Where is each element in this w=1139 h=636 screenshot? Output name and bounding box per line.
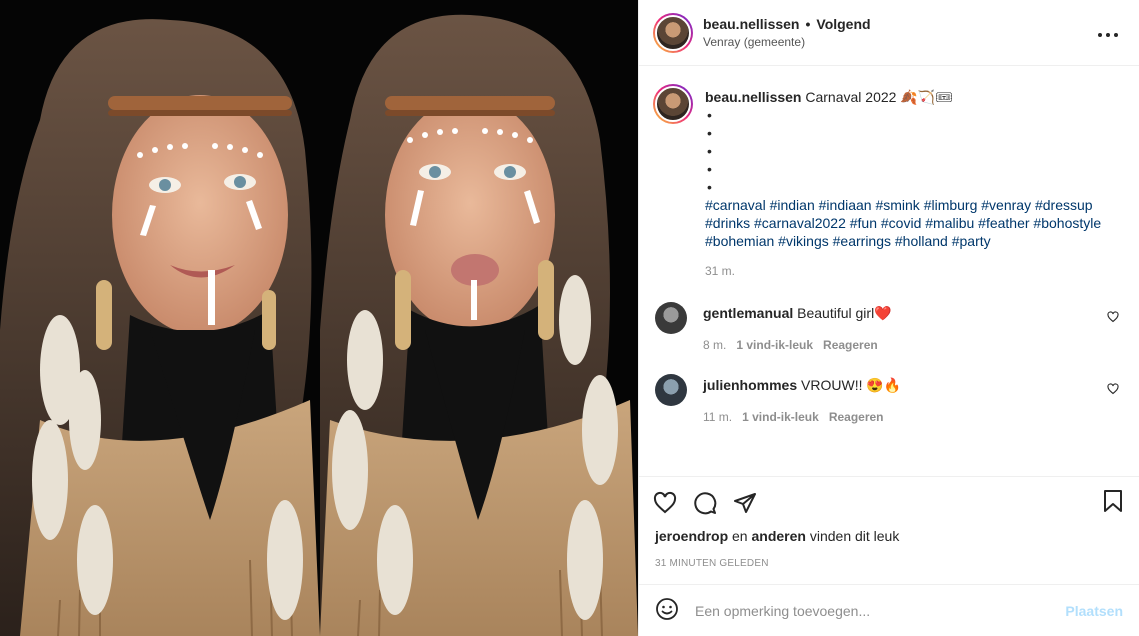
- caption-hashtags[interactable]: #carnaval #indian #indiaan #smink #limbu…: [705, 196, 1113, 250]
- post-image: [0, 0, 638, 636]
- heart-icon[interactable]: [1107, 382, 1119, 398]
- caption-text: Carnaval 2022 🍂🏹🎟: [805, 89, 953, 105]
- heart-icon[interactable]: [1107, 310, 1119, 326]
- post-comment-button[interactable]: Plaatsen: [1065, 603, 1123, 619]
- liker-username[interactable]: jeroendrop: [655, 528, 728, 544]
- comment-input[interactable]: [695, 602, 1066, 619]
- caption: beau.nellissen Carnaval 2022 🍂🏹🎟 #carnav…: [653, 84, 1123, 280]
- caption-username[interactable]: beau.nellissen: [705, 89, 801, 105]
- comment-likes[interactable]: 1 vind-ik-leuk: [742, 410, 819, 424]
- comment-time: 8 m.: [703, 338, 727, 352]
- following-button[interactable]: Volgend: [816, 16, 870, 32]
- comment-bubble-icon[interactable]: [693, 489, 733, 517]
- post-actions: [639, 476, 1139, 528]
- caption-bullet: [705, 106, 1113, 124]
- posted-time[interactable]: 31 MINUTEN GELEDEN: [639, 558, 1139, 584]
- add-comment-bar: Plaatsen: [639, 584, 1139, 636]
- caption-bullet: [705, 142, 1113, 160]
- caption-bullet: [705, 160, 1113, 178]
- bookmark-icon[interactable]: [1103, 489, 1123, 516]
- caption-bullet: [705, 178, 1113, 196]
- more-dots-icon[interactable]: [1097, 22, 1119, 43]
- comment-text: VROUW!! 😍🔥: [801, 377, 902, 393]
- caption-avatar[interactable]: [653, 84, 693, 124]
- post-photo[interactable]: [0, 0, 638, 636]
- reply-button[interactable]: Reageren: [823, 338, 878, 352]
- commenter-avatar[interactable]: [655, 302, 687, 334]
- heart-icon[interactable]: [653, 489, 693, 517]
- likes-summary: jeroendrop en anderen vinden dit leuk: [639, 528, 1139, 544]
- commenter-avatar[interactable]: [655, 374, 687, 406]
- comment-likes[interactable]: 1 vind-ik-leuk: [736, 338, 813, 352]
- header-separator: •: [805, 16, 811, 32]
- others-link[interactable]: anderen: [751, 528, 805, 544]
- caption-bullets: [705, 106, 1113, 196]
- commenter-username[interactable]: julienhommes: [703, 377, 797, 393]
- caption-bullet: [705, 124, 1113, 142]
- comment-item: julienhommes VROUW!! 😍🔥 11 m. 1 vind-ik-…: [653, 374, 1123, 424]
- comment-text: Beautiful girl❤️: [797, 305, 892, 321]
- comments-area[interactable]: beau.nellissen Carnaval 2022 🍂🏹🎟 #carnav…: [639, 66, 1139, 476]
- post-location[interactable]: Venray (gemeente): [703, 35, 871, 49]
- caption-time: 31 m.: [705, 264, 736, 278]
- likes-suffix: vinden dit leuk: [809, 528, 900, 544]
- post-header: beau.nellissen • Volgend Venray (gemeent…: [639, 0, 1139, 66]
- paper-plane-icon[interactable]: [733, 489, 773, 517]
- author-avatar[interactable]: [653, 12, 693, 53]
- comment-item: gentlemanual Beautiful girl❤️ 8 m. 1 vin…: [653, 302, 1123, 352]
- author-username[interactable]: beau.nellissen: [703, 16, 799, 32]
- reply-button[interactable]: Reageren: [829, 410, 884, 424]
- comment-time: 11 m.: [703, 410, 733, 424]
- smiley-icon[interactable]: [655, 597, 679, 624]
- commenter-username[interactable]: gentlemanual: [703, 305, 793, 321]
- likes-connector: en: [732, 528, 748, 544]
- post-panel: beau.nellissen • Volgend Venray (gemeent…: [638, 0, 1139, 636]
